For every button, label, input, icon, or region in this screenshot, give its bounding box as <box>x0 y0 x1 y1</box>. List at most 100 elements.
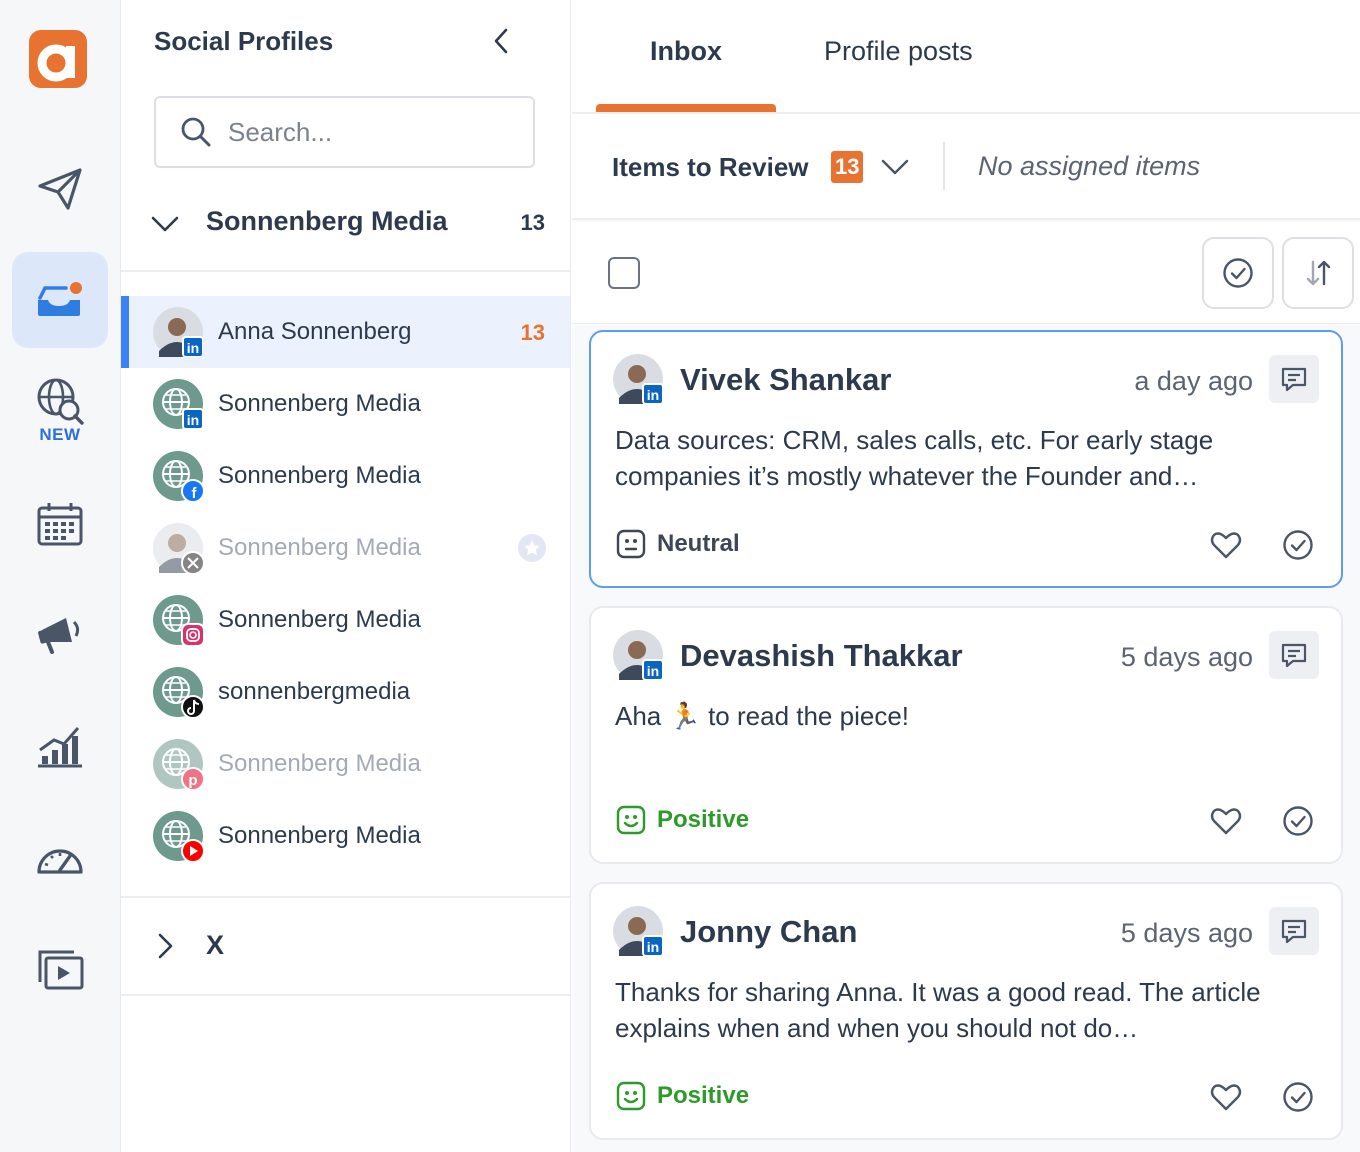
item-text: Thanks for sharing Anna. It was a good r… <box>615 977 1261 1043</box>
x-icon <box>181 551 203 573</box>
profile-avatar <box>153 811 203 861</box>
sort-button[interactable] <box>1282 237 1354 309</box>
assigned-status: No assigned items <box>978 151 1201 181</box>
tab-profile-posts[interactable]: Profile posts <box>824 36 973 67</box>
profile-count: 13 <box>520 320 545 345</box>
tab-inbox[interactable]: Inbox <box>650 36 722 67</box>
check-circle-icon[interactable] <box>1281 1080 1315 1114</box>
profile-name: Sonnenberg Media <box>218 462 421 489</box>
inbox-main: Inbox Profile posts Items to Review 13 N… <box>572 0 1360 1152</box>
profile-name: Sonnenberg Media <box>218 750 421 777</box>
comment-icon <box>1281 643 1307 668</box>
inbox-item-card[interactable]: Vivek Shankar a day ago Data sources: CR… <box>589 330 1343 588</box>
profile-item[interactable]: Sonnenberg Media <box>121 800 570 872</box>
heart-icon[interactable] <box>1209 1080 1243 1114</box>
nav-dashboard[interactable] <box>12 810 108 906</box>
active-tab-indicator <box>596 104 776 112</box>
profile-search <box>154 96 535 168</box>
chart-icon <box>38 727 82 768</box>
sentiment-label: Positive <box>657 1082 750 1109</box>
nav-listening[interactable]: NEW <box>12 362 108 458</box>
calendar-icon <box>37 503 83 546</box>
social-profiles-panel: Social Profiles Sonnenberg Media 13 Anna… <box>121 0 571 1152</box>
collapse-panel-icon[interactable] <box>487 26 517 56</box>
sentiment-tag: Positive <box>615 804 749 836</box>
tab-bar: Inbox Profile posts <box>572 0 1360 114</box>
smile-face-icon <box>616 1081 646 1111</box>
heart-icon[interactable] <box>1209 528 1243 562</box>
comment-button[interactable] <box>1269 631 1319 679</box>
mark-all-done-button[interactable] <box>1202 237 1274 309</box>
nav-calendar[interactable] <box>12 476 108 572</box>
nav-inbox[interactable] <box>12 252 108 348</box>
profile-avatar <box>153 523 203 573</box>
youtube-icon <box>181 839 203 861</box>
neutral-face-icon <box>616 529 646 559</box>
search-input[interactable] <box>228 116 528 148</box>
profile-name: Sonnenberg Media <box>218 534 421 561</box>
divider <box>943 142 945 190</box>
check-circle-icon[interactable] <box>1281 804 1315 838</box>
sentiment-label: Neutral <box>657 530 740 557</box>
instagram-icon <box>181 623 203 645</box>
linkedin-icon <box>642 383 663 404</box>
tiktok-icon <box>181 695 203 717</box>
comment-icon <box>1281 367 1307 392</box>
inbox-item-card[interactable]: Devashish Thakkar 5 days ago Aha 🏃 to re… <box>589 606 1343 864</box>
author-avatar <box>613 906 663 956</box>
check-circle-icon[interactable] <box>1281 528 1315 562</box>
profile-item[interactable]: Sonnenberg Media <box>121 512 570 584</box>
profile-item[interactable]: Sonnenberg Media <box>121 440 570 512</box>
author-avatar <box>613 354 663 404</box>
select-all-checkbox[interactable] <box>608 257 640 289</box>
megaphone-icon <box>38 618 80 654</box>
globe-search-icon <box>37 378 84 425</box>
nav-analytics[interactable] <box>12 698 108 794</box>
profile-item[interactable]: Sonnenberg Media <box>121 584 570 656</box>
profile-item[interactable]: sonnenbergmedia <box>121 656 570 728</box>
profile-avatar <box>153 595 203 645</box>
review-count-badge: 13 <box>831 151 864 183</box>
star-icon[interactable] <box>517 533 547 563</box>
profile-item[interactable]: Sonnenberg Media <box>121 368 570 440</box>
nav-publish[interactable] <box>12 140 108 236</box>
profile-item[interactable]: Sonnenberg Media <box>121 728 570 800</box>
linkedin-icon <box>642 935 663 956</box>
group-count: 13 <box>520 210 545 235</box>
profile-group-header[interactable]: X <box>121 896 570 996</box>
profile-name: Sonnenberg Media <box>218 822 421 849</box>
group-name: Sonnenberg Media <box>206 206 448 236</box>
profile-item[interactable]: Anna Sonnenberg 13 <box>121 296 570 368</box>
comment-button[interactable] <box>1269 907 1319 955</box>
filter-bar: Items to Review 13 No assigned items <box>572 114 1360 220</box>
profile-avatar <box>153 307 203 357</box>
facebook-icon <box>181 479 203 501</box>
profile-avatar <box>153 667 203 717</box>
search-icon <box>181 117 211 147</box>
linkedin-icon <box>182 408 203 429</box>
pinterest-icon <box>181 767 203 789</box>
sentiment-tag: Neutral <box>615 528 740 560</box>
new-badge: NEW <box>39 425 81 444</box>
paper-plane-icon <box>38 168 82 210</box>
inbox-item-card[interactable]: Jonny Chan 5 days ago Thanks for sharing… <box>589 882 1343 1140</box>
list-toolbar <box>572 222 1360 324</box>
nav-campaigns[interactable] <box>12 586 108 682</box>
comment-icon <box>1281 919 1307 944</box>
profile-avatar <box>153 739 203 789</box>
chevron-down-icon[interactable] <box>880 152 910 182</box>
filter-dropdown-label[interactable]: Items to Review <box>612 152 809 183</box>
check-circle-icon <box>1223 258 1253 288</box>
nav-media[interactable] <box>12 922 108 1018</box>
comment-button[interactable] <box>1269 355 1319 403</box>
group-name: X <box>206 930 225 960</box>
heart-icon[interactable] <box>1209 804 1243 838</box>
chevron-down-icon <box>151 216 179 232</box>
profile-avatar <box>153 379 203 429</box>
author-avatar <box>613 630 663 680</box>
profile-avatar <box>153 451 203 501</box>
brand-logo-icon[interactable] <box>29 30 87 88</box>
profile-name: Anna Sonnenberg <box>218 318 412 345</box>
item-timestamp: 5 days ago <box>1120 918 1253 948</box>
profile-group-header[interactable]: Sonnenberg Media 13 <box>121 190 570 272</box>
